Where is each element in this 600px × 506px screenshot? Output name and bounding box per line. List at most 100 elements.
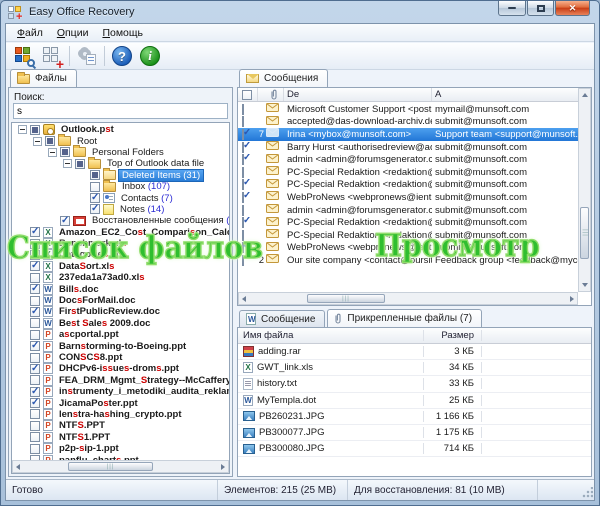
- tab-messages[interactable]: Сообщения: [239, 69, 328, 87]
- tree-item-checkbox[interactable]: [30, 421, 40, 431]
- tree-item-checkbox[interactable]: [30, 409, 40, 419]
- tree-horizontal-scrollbar[interactable]: |||: [12, 460, 229, 473]
- tree-item-file[interactable]: PFEA_DRM_Mgmt_Strategy--McCaffery_20: [12, 375, 229, 386]
- add-files-button[interactable]: +: [38, 44, 66, 68]
- tree-item-file[interactable]: Pascportal.ppt: [12, 329, 229, 340]
- attachment-row[interactable]: PB300080.JPG714 КБ: [238, 441, 591, 457]
- messages-vertical-scrollbar[interactable]: |||: [578, 88, 591, 292]
- header-attachment-cell[interactable]: [258, 88, 284, 101]
- message-checkbox[interactable]: [242, 205, 244, 216]
- tree-item-folder[interactable]: Top of Outlook data file: [12, 158, 229, 169]
- tree-item-checkbox[interactable]: [30, 364, 40, 374]
- tree-item-checkbox[interactable]: [75, 159, 85, 169]
- tree-item-file[interactable]: XAmazon_EC2_Cost_Comparison_Calculato: [12, 227, 229, 238]
- message-row[interactable]: PC-Special Redaktion <redaktion@p...subm…: [238, 229, 578, 242]
- header-checkbox-cell[interactable]: [238, 88, 258, 101]
- tree-item-file[interactable]: PJicamaPoster.ppt: [12, 397, 229, 408]
- message-row[interactable]: Microsoft Customer Support <postm...myma…: [238, 103, 578, 116]
- select-all-checkbox[interactable]: [242, 90, 252, 100]
- tab-message[interactable]: Сообщение: [239, 310, 325, 327]
- message-row[interactable]: PC-Special Redaktion <redaktion@p...subm…: [238, 179, 578, 192]
- tree-collapse-toggle[interactable]: [18, 125, 27, 134]
- scroll-thumb[interactable]: |||: [307, 294, 385, 303]
- tree-item-file[interactable]: Pp2p-sip-1.ppt: [12, 443, 229, 454]
- message-checkbox[interactable]: [242, 242, 244, 253]
- tree-item-checkbox[interactable]: [30, 307, 40, 317]
- minimize-button[interactable]: [498, 1, 526, 16]
- tree-item-checkbox[interactable]: [30, 239, 40, 249]
- tree-collapse-toggle[interactable]: [48, 148, 57, 157]
- tree-item-checkbox[interactable]: [30, 330, 40, 340]
- tree-item-folder[interactable]: Восстановленные сообщения (22): [12, 215, 229, 226]
- recover-office-files-button[interactable]: [10, 44, 38, 68]
- message-checkbox[interactable]: [242, 192, 244, 203]
- tree-item-checkbox[interactable]: [30, 261, 40, 271]
- tree-item-file[interactable]: Plenstra-hashing_crypto.ppt: [12, 409, 229, 420]
- tree-collapse-toggle[interactable]: [63, 159, 72, 168]
- tree-item-file[interactable]: WBest Sales 2009.doc: [12, 318, 229, 329]
- tree-item-checkbox[interactable]: [30, 375, 40, 385]
- tree-item-file[interactable]: Pinstrumenty_i_metodiki_audita_reklamny: [12, 386, 229, 397]
- menu-item-2[interactable]: Помощь: [95, 26, 150, 40]
- tree-item-checkbox[interactable]: [30, 387, 40, 397]
- scroll-left-arrow-icon[interactable]: [242, 296, 246, 302]
- tree-item-checkbox[interactable]: [30, 318, 40, 328]
- message-checkbox[interactable]: [242, 154, 244, 165]
- message-row[interactable]: WebProNews <webpronews@ientry...submit@m…: [238, 191, 578, 204]
- help-button[interactable]: ?: [108, 44, 136, 68]
- message-row[interactable]: admin <admin@forumsgenerator.co...submit…: [238, 153, 578, 166]
- tree-item-file[interactable]: PCONSCS8.ppt: [12, 352, 229, 363]
- attachment-row[interactable]: PB300077.JPG1 175 КБ: [238, 425, 591, 441]
- tree-item-file[interactable]: WBills.doc: [12, 283, 229, 294]
- tree-item-file[interactable]: WFirstPublicReview.doc: [12, 306, 229, 317]
- tree-item-file[interactable]: XCategories.xls: [12, 249, 229, 260]
- tree-item-checkbox[interactable]: [30, 273, 40, 283]
- column-header-a[interactable]: A: [432, 88, 591, 101]
- tree-item-checkbox[interactable]: [90, 170, 100, 180]
- tree-item-checkbox[interactable]: [90, 204, 100, 214]
- attachment-row[interactable]: adding.rar3 КБ: [238, 344, 591, 360]
- tree-item-checkbox[interactable]: [30, 227, 40, 237]
- scroll-right-arrow-icon[interactable]: [570, 296, 574, 302]
- tree-item-checkbox[interactable]: [90, 193, 100, 203]
- search-input[interactable]: [13, 103, 228, 119]
- tree-item-folder[interactable]: Notes (14): [12, 204, 229, 215]
- scroll-thumb[interactable]: |||: [68, 462, 153, 471]
- resize-grip[interactable]: [581, 487, 593, 499]
- tree-item-file[interactable]: WDocsForMail.doc: [12, 295, 229, 306]
- attachment-row[interactable]: WMyTempla.dot25 КБ: [238, 393, 591, 409]
- tree-item-file[interactable]: Outlook.pst: [12, 124, 229, 135]
- scroll-down-arrow-icon[interactable]: [582, 283, 588, 287]
- tree-item-checkbox[interactable]: [30, 398, 40, 408]
- message-row[interactable]: accepted@das-download-archiv.desubmit@mu…: [238, 116, 578, 129]
- tree-item-checkbox[interactable]: [90, 182, 100, 192]
- message-checkbox[interactable]: [242, 129, 244, 140]
- attachment-row[interactable]: XGWT_link.xls34 КБ: [238, 360, 591, 376]
- tree-item-checkbox[interactable]: [60, 147, 70, 157]
- column-header-size[interactable]: Размер: [424, 330, 482, 341]
- tab-files[interactable]: Файлы: [10, 69, 77, 87]
- attachment-row[interactable]: history.txt33 КБ: [238, 376, 591, 392]
- scroll-right-arrow-icon[interactable]: [221, 464, 225, 470]
- tree-item-checkbox[interactable]: [30, 341, 40, 351]
- tree-item-checkbox[interactable]: [30, 444, 40, 454]
- tree-item-checkbox[interactable]: [60, 216, 70, 226]
- tree-item-folder[interactable]: Contacts (7): [12, 192, 229, 203]
- tree-item-file[interactable]: PNTFS.PPT: [12, 420, 229, 431]
- tree-item-file[interactable]: PBarnstorming-to-Boeing.ppt: [12, 340, 229, 351]
- maximize-button[interactable]: [527, 1, 554, 16]
- tree-item-file[interactable]: XBenchmark.xls: [12, 238, 229, 249]
- tree-item-checkbox[interactable]: [30, 432, 40, 442]
- message-checkbox[interactable]: [242, 116, 244, 127]
- options-button[interactable]: [73, 44, 101, 68]
- column-header-filename[interactable]: Имя файла: [238, 330, 424, 341]
- scroll-up-arrow-icon[interactable]: [582, 93, 588, 97]
- close-button[interactable]: ✕: [555, 1, 590, 16]
- message-checkbox[interactable]: [242, 167, 244, 178]
- message-checkbox[interactable]: [242, 230, 244, 241]
- tree-item-folder[interactable]: Inbox (107): [12, 181, 229, 192]
- tree-item-checkbox[interactable]: [45, 136, 55, 146]
- message-checkbox[interactable]: [242, 255, 244, 266]
- scroll-thumb[interactable]: |||: [580, 207, 589, 259]
- tree-item-file[interactable]: X237eda1a73ad0.xls: [12, 272, 229, 283]
